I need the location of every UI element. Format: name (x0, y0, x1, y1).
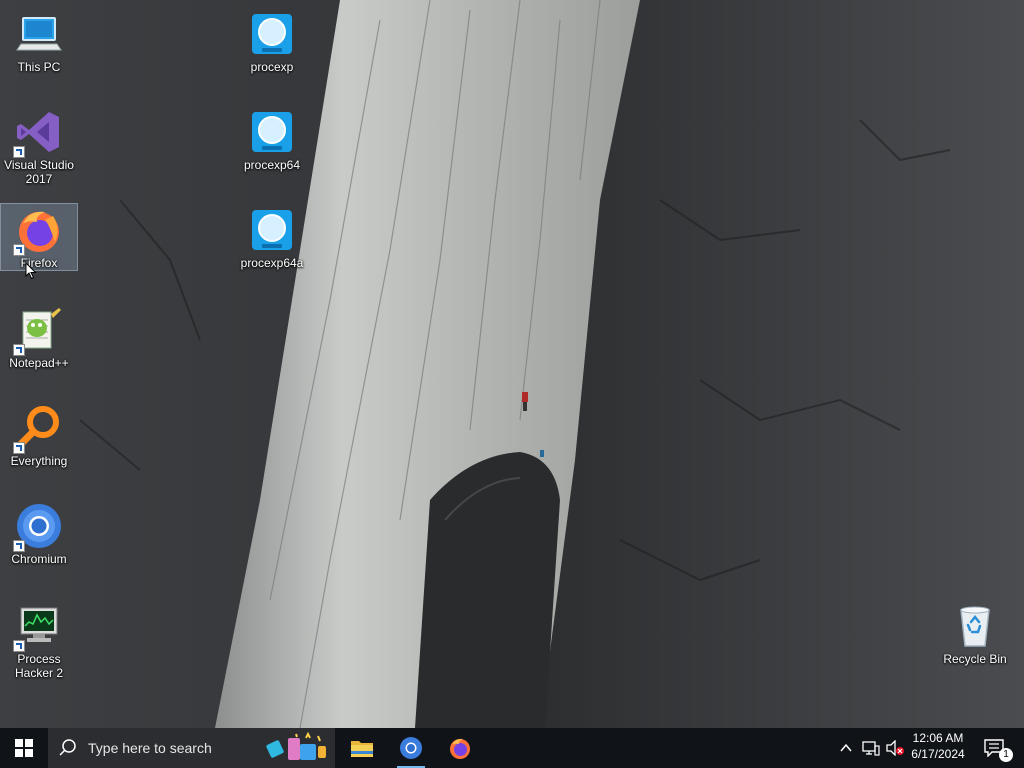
desktop-icon-label: Process Hacker 2 (14, 652, 64, 680)
desktop-icon-chromium[interactable]: Chromium (1, 500, 77, 566)
start-button[interactable] (0, 728, 48, 768)
chromium-icon (400, 737, 422, 759)
computer-icon (16, 17, 62, 51)
desktop-icon-procexp[interactable]: procexp (234, 8, 310, 74)
desktop-icon-label: Notepad++ (9, 356, 69, 370)
desktop-icon-label: This PC (17, 60, 61, 74)
desktop-icon-firefox[interactable]: Firefox (0, 203, 78, 271)
shortcut-arrow-icon (13, 540, 25, 552)
network-icon[interactable] (862, 740, 880, 756)
notification-count-badge: 1 (999, 748, 1013, 762)
search-icon (59, 739, 76, 756)
desktop-icon-notepad-plus-plus[interactable]: Notepad++ (1, 304, 77, 370)
taskbar-search-box[interactable]: Type here to search (48, 728, 336, 768)
desktop-icon-recycle-bin[interactable]: Recycle Bin (937, 600, 1013, 666)
chevron-up-icon[interactable] (839, 741, 853, 755)
desktop-icon-procexp64[interactable]: procexp64 (234, 106, 310, 172)
desktop-wallpaper (0, 0, 1024, 728)
folder-icon (351, 741, 373, 757)
volume-muted-icon[interactable] (885, 740, 905, 756)
desktop-icon-process-hacker[interactable]: Process Hacker 2 (1, 600, 77, 680)
shortcut-arrow-icon (13, 244, 25, 256)
firefox-icon (450, 738, 470, 759)
shortcut-arrow-icon (13, 442, 25, 454)
desktop-icon-visual-studio[interactable]: Visual Studio 2017 (1, 106, 77, 186)
desktop-icon-everything[interactable]: Everything (1, 402, 77, 468)
procexp-icon (252, 112, 292, 152)
action-center-button[interactable]: 1 (978, 728, 1018, 768)
desktop-icon-label: procexp (250, 60, 294, 74)
windows-logo-icon (15, 739, 33, 757)
mouse-cursor-icon (25, 262, 37, 280)
taskbar-file-explorer[interactable] (338, 728, 386, 768)
clock-date: 6/17/2024 (911, 747, 965, 761)
desktop-icon-label: Recycle Bin (943, 652, 1007, 666)
desktop-icon-label: Visual Studio 2017 (4, 158, 74, 186)
desktop-icon-label: procexp64a (240, 256, 304, 270)
procexp-icon (252, 14, 292, 54)
search-highlight-icon (266, 732, 326, 760)
clock-time: 12:06 AM (912, 731, 964, 745)
desktop-icon-label: Firefox (20, 256, 58, 270)
taskbar-clock[interactable]: 12:06 AM 6/17/2024 (906, 730, 970, 766)
desktop-icon-procexp64a[interactable]: procexp64a (234, 204, 310, 270)
desktop-icon-label: Chromium (11, 552, 67, 566)
desktop-icon-label: procexp64 (243, 158, 301, 172)
recycle-bin-icon (960, 606, 990, 647)
procexp-icon (252, 210, 292, 250)
desktop-icon-label: Everything (10, 454, 68, 468)
taskbar-firefox[interactable] (436, 728, 484, 768)
search-placeholder: Type here to search (88, 740, 212, 756)
shortcut-arrow-icon (13, 640, 25, 652)
desktop-icon-this-pc[interactable]: This PC (1, 8, 77, 74)
shortcut-arrow-icon (13, 146, 25, 158)
taskbar: Type here to search 12:06 AM 6/17/2024 1 (0, 728, 1024, 768)
taskbar-chromium[interactable] (387, 728, 435, 768)
shortcut-arrow-icon (13, 344, 25, 356)
